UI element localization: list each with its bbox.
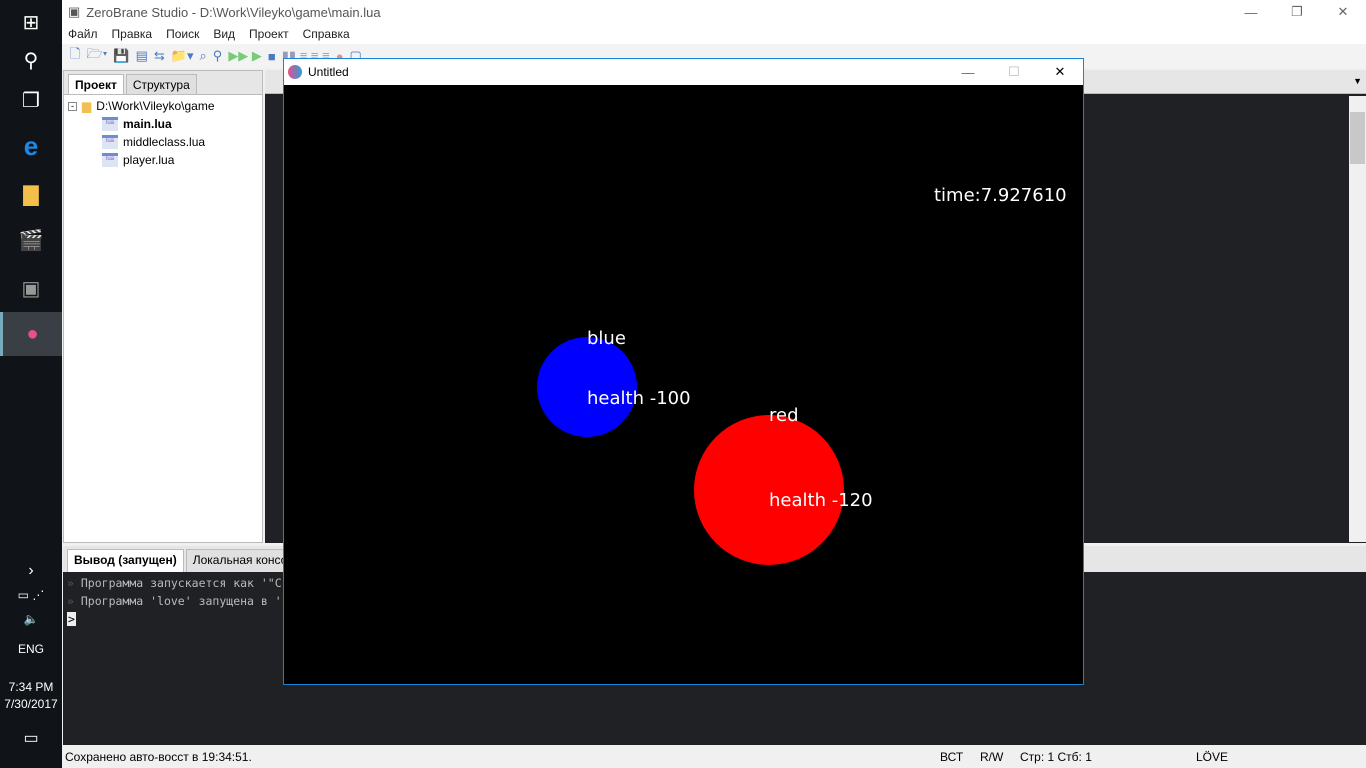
- tree-root[interactable]: - ▆ D:\Work\Vileyko\game: [68, 99, 215, 113]
- tab-structure[interactable]: Структура: [125, 74, 197, 94]
- blue-player-name: blue: [587, 328, 626, 349]
- video-app-icon[interactable]: 🎬: [0, 218, 62, 262]
- volume-icon[interactable]: 🔈: [0, 612, 62, 626]
- tab-dropdown-icon[interactable]: ▼: [1353, 76, 1362, 86]
- maximize-button[interactable]: ❐: [1274, 0, 1320, 24]
- find-icon[interactable]: ⌕: [200, 48, 207, 64]
- red-player-name: red: [769, 405, 799, 426]
- battery-wifi-icon[interactable]: ▭ ⋰: [0, 588, 62, 602]
- game-canvas[interactable]: time:7.927610 blue health -100 red healt…: [284, 85, 1083, 684]
- lua-file-icon: lua: [102, 135, 118, 149]
- status-read-write: R/W: [980, 749, 1004, 764]
- console-prompt[interactable]: >: [67, 612, 76, 626]
- windows-taskbar: ⊞ ⚲ ❐ e ▇ 🎬 ▣ ● › ▭ ⋰ 🔈 ENG 7:34 PM 7/30…: [0, 0, 62, 768]
- save-all-icon[interactable]: ▤: [136, 48, 148, 64]
- new-file-icon[interactable]: 🗋: [70, 45, 80, 67]
- output-line: » Программа 'love' запущена в ': [67, 594, 282, 608]
- love-icon: [288, 65, 302, 79]
- ide-title-bar: ▣ ZeroBrane Studio - D:\Work\Vileyko\gam…: [62, 0, 1366, 24]
- time-label: time:7.927610: [934, 185, 1067, 206]
- tab-project[interactable]: Проект: [68, 74, 124, 94]
- tree-file[interactable]: lua middleclass.lua: [102, 135, 205, 149]
- lua-file-icon: lua: [102, 117, 118, 131]
- folder-icon: ▆: [82, 99, 92, 113]
- love-game-window: Untitled — ☐ ✕ time:7.927610 blue health…: [283, 58, 1084, 685]
- show-hidden-icons-chevron-icon[interactable]: ›: [0, 562, 62, 580]
- save-icon[interactable]: 💾: [113, 48, 129, 64]
- window-title: ZeroBrane Studio - D:\Work\Vileyko\game\…: [86, 4, 381, 20]
- minimize-button[interactable]: —: [945, 59, 991, 85]
- love-app-icon[interactable]: ●: [0, 312, 62, 356]
- menu-search[interactable]: Поиск: [166, 27, 199, 41]
- menu-bar: Файл Правка Поиск Вид Проект Справка: [62, 24, 1366, 44]
- status-cursor-position: Стр: 1 Стб: 1: [1020, 749, 1092, 764]
- menu-project[interactable]: Проект: [249, 27, 289, 41]
- find-in-files-icon[interactable]: ⚲: [213, 48, 223, 64]
- zerobrane-icon[interactable]: ▣: [0, 266, 62, 310]
- language-indicator[interactable]: ENG: [0, 642, 62, 656]
- project-panel: Проект Структура - ▆ D:\Work\Vileyko\gam…: [63, 70, 263, 543]
- close-button[interactable]: ✕: [1320, 0, 1366, 24]
- action-center-icon[interactable]: ▭: [0, 728, 62, 748]
- output-line: » Программа запускается как '"C: [67, 576, 282, 590]
- menu-file[interactable]: Файл: [68, 27, 98, 41]
- open-file-icon[interactable]: 🗁▾: [86, 45, 107, 67]
- search-icon[interactable]: ⚲: [0, 38, 62, 82]
- menu-view[interactable]: Вид: [213, 27, 235, 41]
- menu-help[interactable]: Справка: [303, 27, 350, 41]
- red-player-health: health -120: [769, 490, 873, 511]
- menu-edit[interactable]: Правка: [112, 27, 153, 41]
- file-label: main.lua: [123, 117, 172, 131]
- close-button[interactable]: ✕: [1037, 59, 1083, 85]
- lua-file-icon: lua: [102, 153, 118, 167]
- status-interpreter: LÖVE: [1196, 749, 1229, 764]
- minimize-button[interactable]: —: [1228, 0, 1274, 24]
- maximize-button[interactable]: ☐: [991, 59, 1037, 85]
- app-icon: ▣: [68, 4, 81, 19]
- clock-time[interactable]: 7:34 PM: [0, 680, 62, 694]
- status-bar: Сохранено авто-восст в 19:34:51. ВСТ R/W…: [62, 745, 1366, 768]
- editor-scrollbar[interactable]: [1349, 96, 1366, 542]
- tab-output[interactable]: Вывод (запущен): [67, 549, 184, 572]
- file-label: player.lua: [123, 153, 175, 167]
- status-insert-mode: ВСТ: [940, 749, 964, 764]
- file-explorer-icon[interactable]: ▇: [0, 172, 62, 216]
- love-window-title: Untitled: [308, 65, 349, 79]
- edge-browser-icon[interactable]: e: [0, 124, 62, 168]
- project-dir-icon[interactable]: ⇆: [154, 48, 165, 64]
- blue-player-health: health -100: [587, 388, 691, 409]
- file-label: middleclass.lua: [123, 135, 206, 149]
- clock-date[interactable]: 7/30/2017: [0, 697, 62, 711]
- root-folder-label: D:\Work\Vileyko\game: [96, 99, 215, 113]
- project-folder-icon[interactable]: 📁▾: [171, 48, 194, 64]
- tree-file[interactable]: lua player.lua: [102, 153, 174, 167]
- tree-file[interactable]: lua main.lua: [102, 117, 172, 131]
- blue-player-circle: [537, 337, 637, 437]
- love-title-bar: Untitled — ☐ ✕: [284, 59, 1083, 85]
- stop-icon[interactable]: ■: [268, 49, 276, 64]
- status-message: Сохранено авто-восст в 19:34:51.: [65, 749, 252, 764]
- task-view-icon[interactable]: ❐: [0, 78, 62, 122]
- run-icon[interactable]: ▶▶ ▶: [228, 48, 262, 64]
- collapse-icon[interactable]: -: [68, 101, 77, 111]
